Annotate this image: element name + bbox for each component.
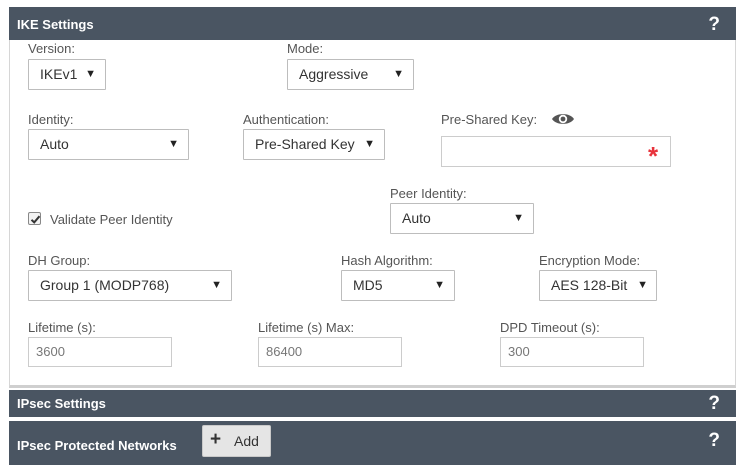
triangle-down-icon: ▼ bbox=[85, 68, 96, 80]
dpd-timeout-label: DPD Timeout (s): bbox=[500, 320, 600, 335]
triangle-down-icon: ▼ bbox=[393, 68, 404, 80]
peer-identity-value: Auto bbox=[402, 210, 431, 226]
encryption-mode-label: Encryption Mode: bbox=[539, 253, 641, 268]
psk-input[interactable] bbox=[441, 136, 671, 167]
ipsec-help-icon[interactable]: ? bbox=[708, 393, 720, 415]
ipsec-networks-header[interactable]: IPsec Protected Networks ? bbox=[9, 421, 736, 465]
ipsec-networks-title: IPsec Protected Networks bbox=[17, 438, 177, 453]
version-value: IKEv1 bbox=[40, 66, 78, 82]
add-network-button[interactable]: + Add bbox=[202, 425, 271, 457]
authentication-label: Authentication: bbox=[243, 112, 330, 127]
hash-algorithm-select[interactable]: MD5 ▼ bbox=[341, 270, 455, 301]
lifetime-label: Lifetime (s): bbox=[28, 320, 96, 335]
lifetime-max-input[interactable]: 86400 bbox=[258, 337, 402, 367]
validate-peer-checkbox[interactable] bbox=[28, 212, 41, 225]
triangle-down-icon: ▼ bbox=[513, 212, 524, 224]
identity-value: Auto bbox=[40, 136, 69, 152]
triangle-down-icon: ▼ bbox=[168, 138, 179, 150]
dh-group-select[interactable]: Group 1 (MODP768) ▼ bbox=[28, 270, 232, 301]
ike-settings-title: IKE Settings bbox=[17, 17, 94, 32]
version-select[interactable]: IKEv1 ▼ bbox=[28, 59, 106, 90]
triangle-down-icon: ▼ bbox=[364, 138, 375, 150]
triangle-down-icon: ▼ bbox=[434, 279, 445, 291]
mode-value: Aggressive bbox=[299, 66, 369, 82]
ipsec-settings-header[interactable]: IPsec Settings ? bbox=[9, 390, 736, 417]
mode-label: Mode: bbox=[287, 41, 324, 56]
dh-group-value: Group 1 (MODP768) bbox=[40, 277, 170, 293]
peer-identity-select[interactable]: Auto ▼ bbox=[390, 203, 534, 234]
encryption-mode-select[interactable]: AES 128-Bit ▼ bbox=[539, 270, 657, 301]
mode-select[interactable]: Aggressive ▼ bbox=[287, 59, 414, 90]
lifetime-input[interactable]: 3600 bbox=[28, 337, 172, 367]
encryption-mode-value: AES 128-Bit bbox=[551, 277, 628, 293]
psk-label: Pre-Shared Key: bbox=[441, 112, 538, 127]
add-label: Add bbox=[234, 433, 259, 449]
ike-settings-header[interactable]: IKE Settings ? bbox=[9, 7, 736, 40]
authentication-value: Pre-Shared Key bbox=[255, 136, 355, 152]
identity-label: Identity: bbox=[28, 112, 74, 127]
dpd-timeout-input[interactable]: 300 bbox=[500, 337, 644, 367]
networks-help-icon[interactable]: ? bbox=[708, 430, 720, 452]
dh-group-label: DH Group: bbox=[28, 253, 91, 268]
authentication-select[interactable]: Pre-Shared Key ▼ bbox=[243, 129, 385, 160]
hash-algorithm-label: Hash Algorithm: bbox=[341, 253, 433, 268]
validate-peer-label: Validate Peer Identity bbox=[50, 212, 173, 227]
plus-icon: + bbox=[210, 429, 222, 450]
required-asterisk: * bbox=[648, 141, 659, 171]
ipsec-settings-title: IPsec Settings bbox=[17, 396, 106, 411]
triangle-down-icon: ▼ bbox=[211, 279, 222, 291]
hash-algorithm-value: MD5 bbox=[353, 277, 383, 293]
peer-identity-label: Peer Identity: bbox=[390, 186, 467, 201]
lifetime-max-label: Lifetime (s) Max: bbox=[258, 320, 355, 335]
ike-help-icon[interactable]: ? bbox=[708, 14, 720, 36]
version-label: Version: bbox=[28, 41, 75, 56]
checkmark-icon bbox=[30, 215, 41, 224]
eye-icon[interactable] bbox=[551, 111, 575, 127]
triangle-down-icon: ▼ bbox=[637, 279, 648, 291]
identity-select[interactable]: Auto ▼ bbox=[28, 129, 189, 160]
